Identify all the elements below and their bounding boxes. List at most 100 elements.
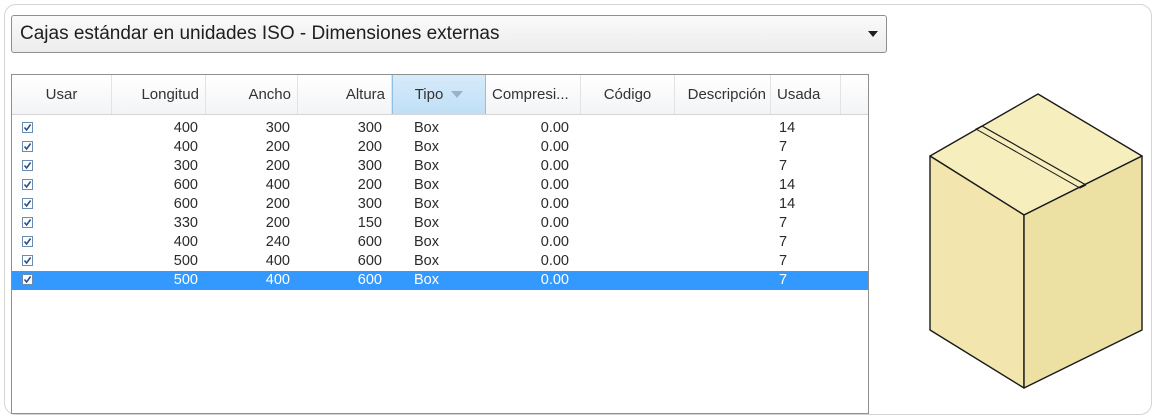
table-row[interactable]: 300 200 300 Box 0.00 7	[12, 157, 868, 176]
column-header-longitud[interactable]: Longitud	[112, 75, 206, 114]
cell-descripcion	[675, 195, 771, 214]
table-row[interactable]: 400 240 600 Box 0.00 7	[12, 233, 868, 252]
cell-descripcion	[675, 157, 771, 176]
checkmark-icon	[23, 276, 32, 284]
cardboard-box-icon	[929, 93, 1143, 389]
cell-usada: 14	[779, 196, 796, 212]
cell-usada: 14	[779, 120, 796, 136]
column-header-tipo[interactable]: Tipo	[392, 75, 486, 114]
table-row[interactable]: 500 400 600 Box 0.00 7	[12, 271, 868, 290]
cell-compresion: 0.00	[540, 139, 569, 155]
checkmark-icon	[23, 219, 32, 227]
cell-ancho: 200	[265, 158, 290, 174]
cell-ancho: 400	[265, 272, 290, 288]
cell-longitud: 500	[173, 272, 198, 288]
usar-checkbox[interactable]	[22, 122, 33, 133]
usar-checkbox[interactable]	[22, 141, 33, 152]
column-header-label: Altura	[345, 86, 385, 103]
column-header-label: Código	[603, 86, 652, 103]
box-set-dropdown-value: Cajas estándar en unidades ISO - Dimensi…	[20, 23, 500, 44]
cell-altura: 200	[357, 177, 382, 193]
table-row[interactable]: 400 300 300 Box 0.00 14	[12, 119, 868, 138]
cell-descripcion	[675, 252, 771, 271]
usar-checkbox[interactable]	[22, 198, 33, 209]
cell-altura: 600	[357, 272, 382, 288]
cell-tipo: Box	[414, 177, 439, 193]
usar-checkbox[interactable]	[22, 160, 33, 171]
table-header: Usar Longitud Ancho Altura Tipo Compresi…	[12, 75, 868, 115]
cell-tipo: Box	[414, 272, 439, 288]
cell-descripcion	[675, 233, 771, 252]
cell-codigo	[581, 138, 675, 157]
box-set-dropdown[interactable]: Cajas estándar en unidades ISO - Dimensi…	[11, 15, 887, 53]
column-header-usada[interactable]: Usada	[771, 75, 841, 114]
usar-checkbox[interactable]	[22, 236, 33, 247]
cell-altura: 600	[357, 253, 382, 269]
cell-tipo: Box	[414, 234, 439, 250]
cell-usada: 14	[779, 177, 796, 193]
cell-tipo: Box	[414, 120, 439, 136]
cell-usada: 7	[779, 158, 788, 174]
cell-ancho: 300	[265, 120, 290, 136]
column-header-ancho[interactable]: Ancho	[206, 75, 298, 114]
column-header-label: Compresi...	[492, 86, 569, 103]
cell-descripcion	[675, 271, 771, 290]
checkmark-icon	[23, 162, 32, 170]
column-header-compresion[interactable]: Compresi...	[486, 75, 581, 114]
cell-usada: 7	[779, 139, 788, 155]
cell-altura: 300	[357, 120, 382, 136]
cell-codigo	[581, 119, 675, 138]
cell-ancho: 200	[265, 139, 290, 155]
table-row[interactable]: 330 200 150 Box 0.00 7	[12, 214, 868, 233]
column-header-altura[interactable]: Altura	[298, 75, 392, 114]
cell-tipo: Box	[414, 158, 439, 174]
cell-codigo	[581, 233, 675, 252]
cell-ancho: 200	[265, 196, 290, 212]
cell-altura: 300	[357, 196, 382, 212]
column-header-usar[interactable]: Usar	[12, 75, 112, 114]
cell-tipo: Box	[414, 215, 439, 231]
usar-checkbox[interactable]	[22, 274, 33, 285]
checkmark-icon	[23, 143, 32, 151]
cell-longitud: 600	[173, 196, 198, 212]
cell-ancho: 400	[265, 177, 290, 193]
column-header-label: Ancho	[248, 86, 291, 103]
cell-altura: 300	[357, 158, 382, 174]
checkmark-icon	[23, 200, 32, 208]
cell-codigo	[581, 252, 675, 271]
table-row[interactable]: 500 400 600 Box 0.00 7	[12, 252, 868, 271]
column-header-descripcion[interactable]: Descripción	[675, 75, 771, 114]
cell-longitud: 330	[173, 215, 198, 231]
cell-tipo: Box	[414, 139, 439, 155]
column-header-codigo[interactable]: Código	[581, 75, 675, 114]
cell-compresion: 0.00	[540, 215, 569, 231]
cell-ancho: 240	[265, 234, 290, 250]
table-row[interactable]: 600 400 200 Box 0.00 14	[12, 176, 868, 195]
usar-checkbox[interactable]	[22, 255, 33, 266]
dropdown-arrow-icon[interactable]	[860, 30, 886, 38]
sort-descending-icon	[451, 91, 464, 98]
column-header-label: Longitud	[141, 86, 199, 103]
cell-descripcion	[675, 176, 771, 195]
cell-compresion: 0.00	[540, 234, 569, 250]
usar-checkbox[interactable]	[22, 179, 33, 190]
cell-usada: 7	[779, 234, 788, 250]
cell-codigo	[581, 271, 675, 290]
cell-longitud: 400	[173, 120, 198, 136]
column-header-label: Usada	[777, 86, 821, 103]
cell-codigo	[581, 214, 675, 233]
checkmark-icon	[23, 181, 32, 189]
cell-tipo: Box	[414, 253, 439, 269]
table-row[interactable]: 600 200 300 Box 0.00 14	[12, 195, 868, 214]
cell-descripcion	[675, 214, 771, 233]
cell-longitud: 400	[173, 234, 198, 250]
usar-checkbox[interactable]	[22, 217, 33, 228]
boxes-table: Usar Longitud Ancho Altura Tipo Compresi…	[11, 74, 869, 414]
cell-usada: 7	[779, 253, 788, 269]
cell-tipo: Box	[414, 196, 439, 212]
table-row[interactable]: 400 200 200 Box 0.00 7	[12, 138, 868, 157]
cell-descripcion	[675, 119, 771, 138]
cell-codigo	[581, 195, 675, 214]
cell-ancho: 200	[265, 215, 290, 231]
checkmark-icon	[23, 238, 32, 246]
